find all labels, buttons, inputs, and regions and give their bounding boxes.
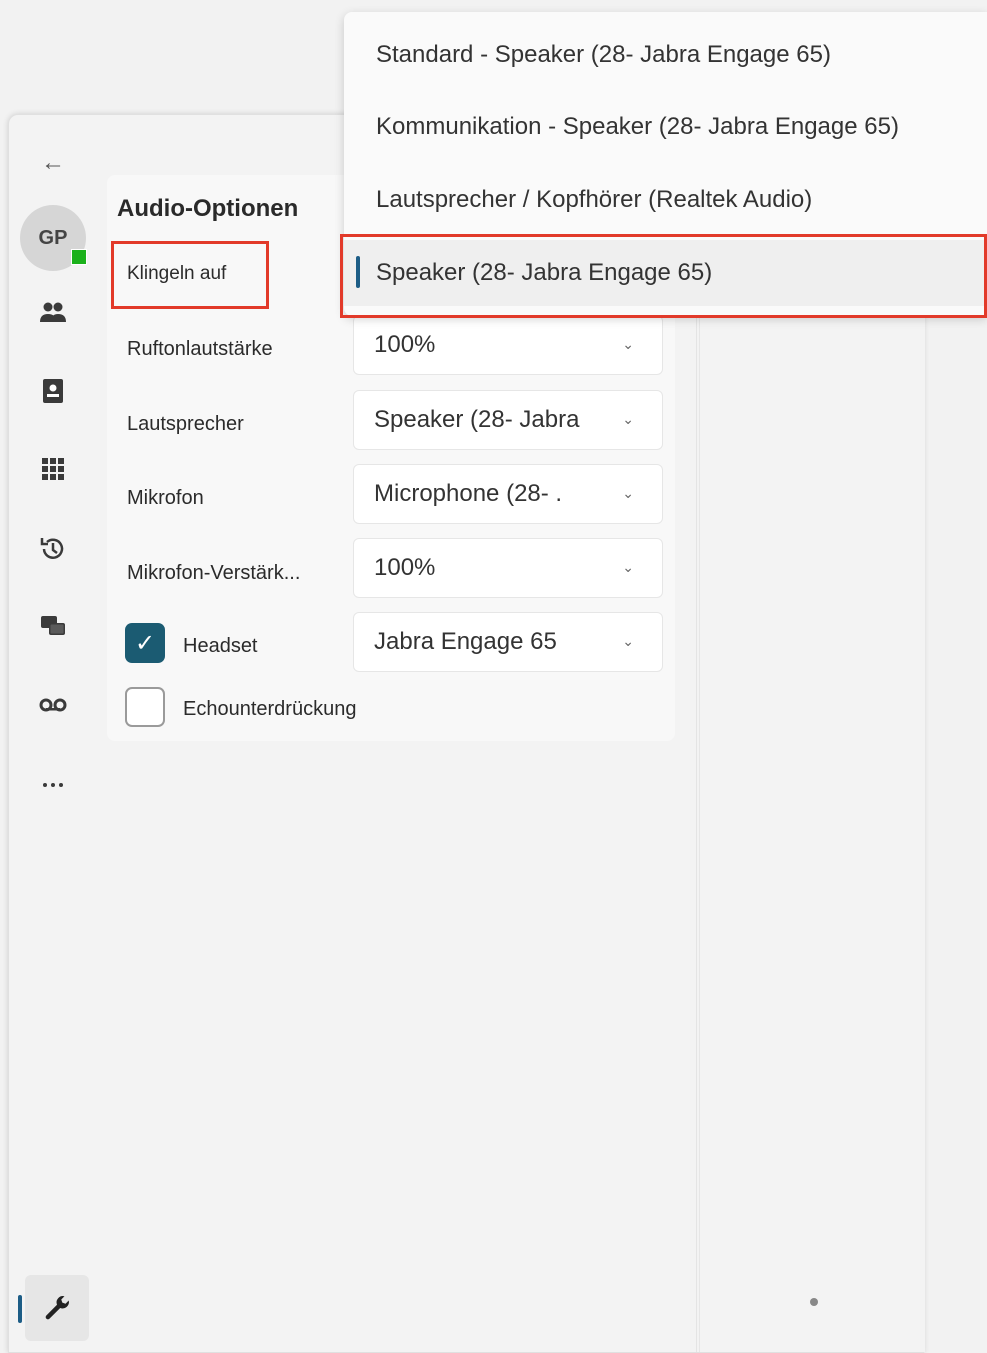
ringtone-volume-dropdown[interactable]: 100% ⌄ — [353, 315, 663, 375]
presence-indicator — [71, 249, 87, 265]
chevron-down-icon: ⌄ — [622, 336, 634, 352]
microphone-value: Microphone (28- . — [374, 480, 563, 507]
echo-cancel-checkbox[interactable] — [125, 687, 165, 727]
speaker-dropdown-menu: Standard - Speaker (28- Jabra Engage 65)… — [340, 12, 987, 318]
dialpad-icon[interactable] — [31, 447, 75, 491]
chevron-down-icon: ⌄ — [622, 411, 634, 427]
chevron-down-icon: ⌄ — [622, 633, 634, 649]
audio-options-title: Audio-Optionen — [117, 195, 299, 222]
people-icon[interactable] — [31, 291, 75, 335]
voicemail-icon[interactable] — [31, 683, 75, 727]
wrench-icon[interactable] — [18, 1275, 89, 1341]
chevron-down-icon: ⌄ — [622, 559, 634, 575]
speaker-value: Speaker (28- Jabra — [374, 406, 580, 433]
avatar-initials: GP — [38, 226, 68, 249]
back-arrow-icon[interactable]: ← — [37, 147, 69, 179]
dot-marker — [810, 1298, 818, 1306]
headset-label: Headset — [183, 635, 258, 657]
mic-gain-label: Mikrofon-Verstärk... — [127, 562, 301, 584]
contact-card-icon[interactable] — [31, 369, 75, 413]
chevron-down-icon: ⌄ — [622, 485, 634, 501]
mic-gain-dropdown[interactable]: 100% ⌄ — [353, 538, 663, 598]
microphone-dropdown[interactable]: Microphone (28- . ⌄ — [353, 464, 663, 524]
menu-item[interactable]: Kommunikation - Speaker (28- Jabra Engag… — [344, 94, 987, 160]
menu-item[interactable]: Lautsprecher / Kopfhörer (Realtek Audio) — [344, 167, 987, 233]
history-icon[interactable] — [31, 527, 75, 571]
microphone-label: Mikrofon — [127, 487, 204, 509]
headset-dropdown[interactable]: Jabra Engage 65 ⌄ — [353, 612, 663, 672]
ring-on-label: Klingeln auf — [127, 263, 227, 284]
chat-icon[interactable] — [31, 605, 75, 649]
echo-cancel-label: Echounterdrückung — [183, 698, 357, 720]
headset-value: Jabra Engage 65 — [374, 628, 557, 655]
ringtone-volume-value: 100% — [374, 331, 436, 358]
speaker-label: Lautsprecher — [127, 413, 244, 435]
mic-gain-value: 100% — [374, 554, 436, 581]
menu-item[interactable]: Standard - Speaker (28- Jabra Engage 65) — [344, 22, 987, 88]
headset-checkbox[interactable]: ✓ — [125, 623, 165, 663]
more-icon[interactable] — [31, 763, 75, 807]
sidebar: ← GP — [9, 115, 97, 1352]
ringtone-volume-label: Ruftonlautstärke — [127, 338, 273, 360]
highlight-speaker-option — [340, 234, 987, 318]
avatar[interactable]: GP — [20, 205, 87, 271]
active-indicator — [18, 1295, 22, 1323]
speaker-dropdown[interactable]: Speaker (28- Jabra ⌄ — [353, 390, 663, 450]
